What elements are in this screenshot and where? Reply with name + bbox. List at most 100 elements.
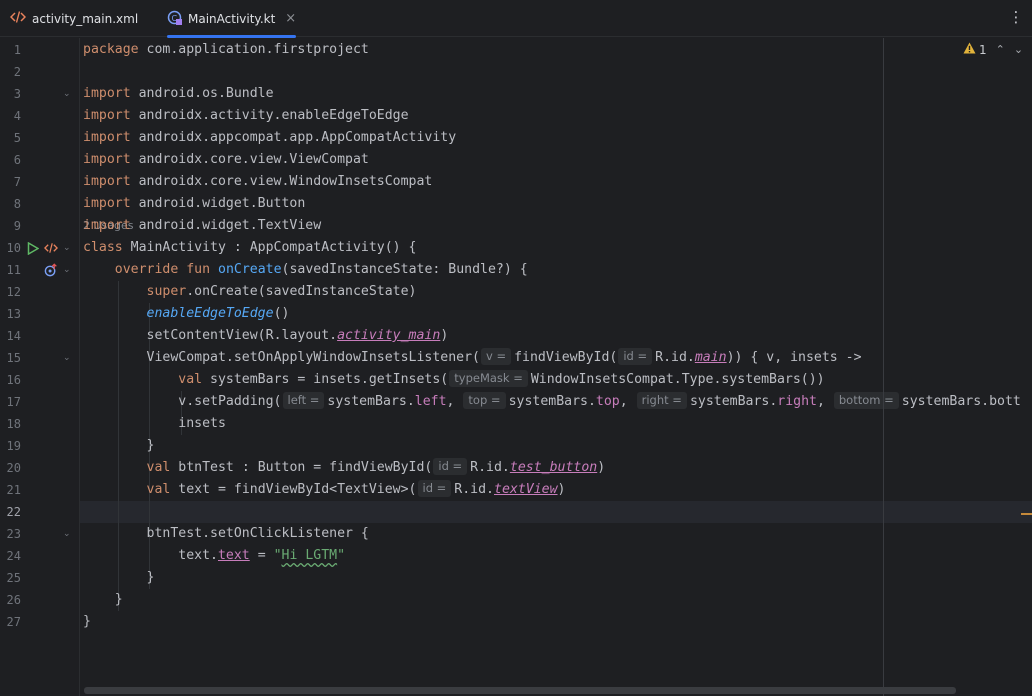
code-token: androidx.core.view.ViewCompat [130,152,369,167]
line-number[interactable]: 7 [0,171,21,193]
code-line[interactable]: btnTest.setOnClickListener { [83,523,369,545]
code-line[interactable]: setContentView(R.layout.activity_main) [83,325,449,347]
code-line[interactable]: } [83,435,155,457]
line-number[interactable]: 24 [0,545,21,567]
code-line[interactable]: text.text = "Hi LGTM" [83,545,345,567]
xml-layout-icon[interactable] [44,237,58,259]
line-number[interactable]: 17 [0,391,21,413]
line-number[interactable]: 22 [0,501,21,523]
code-line[interactable]: insets [83,413,226,435]
run-icon[interactable] [26,237,40,259]
warning-marker[interactable] [1021,513,1032,515]
vertical-scrollbar[interactable] [1022,60,1030,680]
code-line[interactable]: } [83,589,123,611]
line-number[interactable]: 27 [0,611,21,633]
line-number[interactable]: 10 [0,237,21,259]
line-number[interactable]: 5 [0,127,21,149]
code-line[interactable]: import androidx.core.view.WindowInsetsCo… [83,171,432,193]
code-line[interactable]: import androidx.activity.enableEdgeToEdg… [83,105,409,127]
line-number[interactable]: 8 [0,193,21,215]
line-number[interactable]: 2 [0,61,21,83]
code-editor[interactable]: 2 Usages package com.application.firstpro… [80,38,1032,696]
code-line[interactable]: super.onCreate(savedInstanceState) [83,281,417,303]
code-token: WindowInsetsCompat.Type.systemBars()) [530,372,825,387]
fold-toggle-icon[interactable]: ⌄ [63,83,73,105]
line-number[interactable]: 20 [0,457,21,479]
line-number[interactable]: 26 [0,589,21,611]
code-line[interactable]: val systemBars = insets.getInsets(typeMa… [83,369,825,391]
inspection-widget[interactable]: 1 ⌃ ⌄ [963,42,1023,57]
line-number[interactable]: 19 [0,435,21,457]
editor-gutter[interactable]: 1 2 3 4 5 6 7 8 9 10 11 12 13 14 15 16 17 18 19 20 21 22 23 24 2… [0,38,80,696]
code-token: androidx.appcompat.app.AppCompatActivity [130,130,457,145]
line-number[interactable]: 14 [0,325,21,347]
code-line[interactable]: package com.application.firstproject [83,39,369,61]
line-number[interactable]: 18 [0,413,21,435]
code-token: textView [494,482,558,497]
code-line[interactable]: val btnTest : Button = findViewById(id =… [83,457,605,479]
code-line[interactable]: val text = findViewById<TextView>(id = R.… [83,479,565,501]
code-line[interactable]: import androidx.core.view.ViewCompat [83,149,369,171]
code-line[interactable]: ViewCompat.setOnApplyWindowInsetsListene… [83,347,862,369]
fold-toggle-icon[interactable]: ⌄ [63,523,73,545]
line-number[interactable]: 13 [0,303,21,325]
overrides-method-icon[interactable] [44,259,58,281]
line-number[interactable]: 16 [0,369,21,391]
fold-toggle-icon[interactable]: ⌄ [63,237,73,259]
code-token: systemBars. [689,394,778,409]
code-line[interactable]: } [83,567,155,589]
code-line[interactable]: import android.widget.Button [83,193,305,215]
line-number[interactable]: 6 [0,149,21,171]
code-line[interactable]: override fun onCreate(savedInstanceState… [83,259,528,281]
code-token: top [595,394,620,409]
tab-mainactivity-kt[interactable]: C MainActivity.kt × [167,0,297,38]
previous-highlight-icon[interactable]: ⌃ [996,43,1005,56]
code-line[interactable]: import android.widget.TextView [83,215,321,237]
parameter-hint: id = [433,458,468,475]
code-line[interactable]: enableEdgeToEdge() [83,303,290,325]
line-number[interactable]: 21 [0,479,21,501]
line-number[interactable]: 23 [0,523,21,545]
code-line[interactable]: import android.os.Bundle [83,83,274,105]
code-token: } [146,438,155,453]
code-token: , [619,394,636,409]
fold-toggle-icon[interactable]: ⌄ [63,259,73,281]
close-tab-icon[interactable]: × [285,11,296,26]
code-token: ) [597,460,606,475]
code-token: onCreate [218,262,282,277]
more-options-icon[interactable]: ⋮ [1008,8,1024,28]
keyword-token: import [83,218,131,233]
line-number[interactable]: 25 [0,567,21,589]
keyword-token: super [146,284,187,299]
code-line[interactable]: } [83,611,91,633]
line-number[interactable]: 9 [0,215,21,237]
horizontal-scrollbar[interactable] [84,687,956,694]
line-number[interactable]: 1 [0,39,21,61]
code-line[interactable]: import androidx.appcompat.app.AppCompatA… [83,127,456,149]
fold-toggle-icon[interactable]: ⌄ [63,347,73,369]
code-line[interactable]: class MainActivity : AppCompatActivity()… [83,237,416,259]
line-number[interactable]: 4 [0,105,21,127]
code-token: () [273,306,290,321]
next-highlight-icon[interactable]: ⌄ [1014,43,1023,56]
code-line[interactable]: v.setPadding(left = systemBars.left, top … [83,391,1021,413]
code-token: ) [557,482,566,497]
code-token: } [114,592,123,607]
line-number[interactable]: 12 [0,281,21,303]
line-number[interactable]: 3 [0,83,21,105]
code-token: ) [440,328,449,343]
line-number[interactable]: 15 [0,347,21,369]
tab-activity-main-xml[interactable]: activity_main.xml [9,0,138,37]
line-number[interactable]: 11 [0,259,21,281]
keyword-token: val [178,372,203,387]
